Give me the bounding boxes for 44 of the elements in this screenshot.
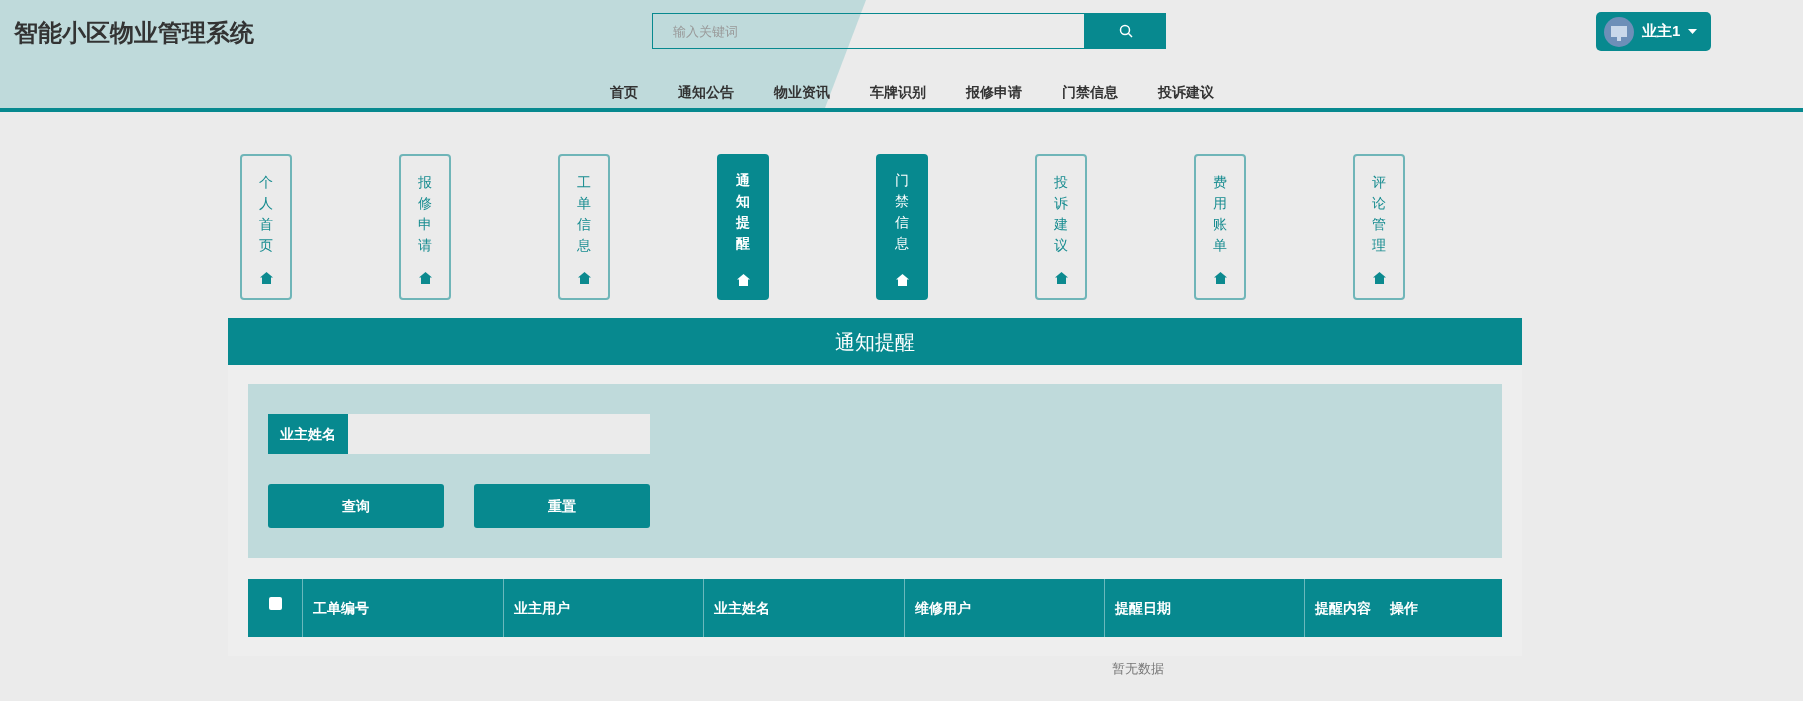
side-tab[interactable]: 工单信息 bbox=[558, 154, 610, 300]
nav-link[interactable]: 报修申请 bbox=[965, 82, 1022, 103]
side-tab[interactable]: 报修申请 bbox=[399, 154, 451, 300]
panel-title: 通知提醒 bbox=[228, 318, 1522, 365]
select-all-checkbox[interactable] bbox=[268, 597, 282, 610]
search-icon bbox=[1118, 24, 1133, 38]
column-header: 维修用户 bbox=[915, 598, 971, 618]
home-icon bbox=[259, 272, 273, 284]
side-tab[interactable]: 门禁信息 bbox=[876, 154, 928, 300]
column-header: 提醒日期 bbox=[1115, 598, 1171, 618]
nav-link[interactable]: 车牌识别 bbox=[869, 82, 926, 103]
column-header: 业主用户 bbox=[514, 598, 570, 618]
search-button[interactable] bbox=[1085, 13, 1166, 49]
home-icon bbox=[895, 274, 909, 286]
avatar-icon bbox=[1604, 16, 1634, 47]
filter-button[interactable]: 重置 bbox=[474, 484, 650, 528]
side-tab[interactable]: 费用账单 bbox=[1194, 154, 1246, 300]
nav-link[interactable]: 首页 bbox=[609, 82, 638, 103]
nav-link[interactable]: 投诉建议 bbox=[1157, 82, 1214, 103]
home-icon bbox=[418, 272, 432, 284]
home-icon bbox=[1213, 272, 1227, 284]
name-input-field[interactable] bbox=[348, 414, 650, 454]
empty-table-text: 暂无数据 bbox=[1111, 660, 1164, 678]
user-menu-button[interactable]: 业主1 bbox=[1596, 12, 1711, 51]
column-header: 业主姓名 bbox=[714, 598, 770, 618]
side-tab[interactable]: 评论管理 bbox=[1353, 154, 1405, 300]
side-tab[interactable]: 通知提醒 bbox=[717, 154, 769, 300]
column-header: 操作 bbox=[1390, 598, 1418, 618]
side-tab[interactable]: 个人首页 bbox=[240, 154, 292, 300]
nav-link[interactable]: 物业资讯 bbox=[773, 82, 830, 103]
column-header: 提醒内容 bbox=[1315, 598, 1371, 618]
home-icon bbox=[736, 274, 750, 286]
caret-icon bbox=[1688, 29, 1698, 34]
nav-link[interactable]: 门禁信息 bbox=[1061, 82, 1118, 103]
side-tab[interactable]: 投诉建议 bbox=[1035, 154, 1087, 300]
home-icon bbox=[577, 272, 591, 284]
filter-button[interactable]: 查询 bbox=[268, 484, 444, 528]
home-icon bbox=[1372, 272, 1386, 284]
search-field[interactable]: 输入关键词 bbox=[652, 13, 1085, 49]
nav-link[interactable]: 通知公告 bbox=[677, 82, 734, 103]
home-icon bbox=[1054, 272, 1068, 284]
site-title: 智能小区物业管理系统 bbox=[14, 18, 254, 48]
column-header: 工单编号 bbox=[313, 598, 369, 618]
field-label: 业主姓名 bbox=[268, 414, 348, 454]
